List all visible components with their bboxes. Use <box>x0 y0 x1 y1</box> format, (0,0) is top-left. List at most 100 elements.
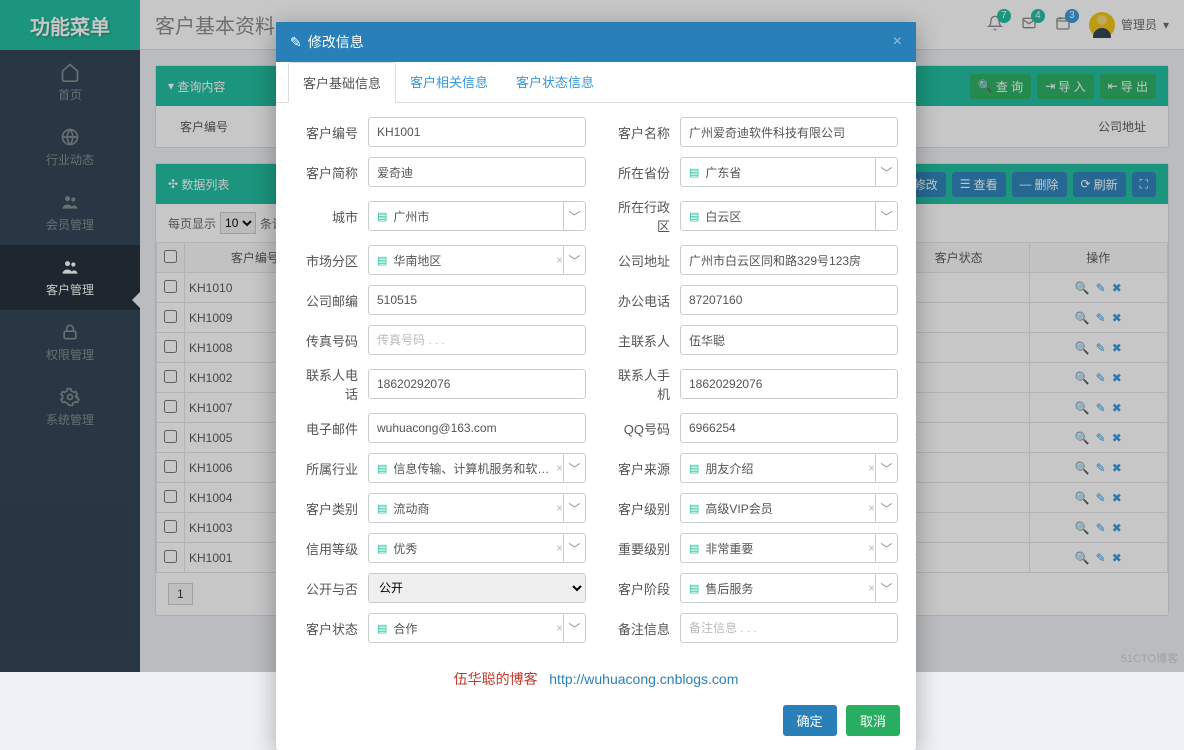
field-note: 备注信息 <box>606 613 898 643</box>
clear-icon[interactable]: × <box>556 253 563 267</box>
clear-icon[interactable]: × <box>868 461 875 475</box>
field-tel: 办公电话 <box>606 285 898 315</box>
chevron-down-icon[interactable]: ﹀ <box>875 574 897 602</box>
clear-icon[interactable]: × <box>868 581 875 595</box>
input-fax[interactable] <box>368 325 586 355</box>
ok-button[interactable]: 确定 <box>783 705 837 736</box>
chevron-down-icon[interactable]: ﹀ <box>563 534 585 562</box>
clear-icon[interactable]: × <box>868 541 875 555</box>
field-credit: 信用等级▤优秀×﹀ <box>294 533 586 563</box>
document-icon: ▤ <box>689 502 699 515</box>
field-email: 电子邮件 <box>294 413 586 443</box>
field-contact: 主联系人 <box>606 325 898 355</box>
input-phone[interactable] <box>368 369 586 399</box>
tab-status[interactable]: 客户状态信息 <box>502 62 608 102</box>
modal-tabs: 客户基础信息 客户相关信息 客户状态信息 <box>276 62 916 103</box>
label-short: 客户简称 <box>294 163 368 182</box>
chevron-down-icon[interactable]: ﹀ <box>875 202 897 230</box>
chevron-down-icon[interactable]: ﹀ <box>563 614 585 642</box>
chevron-down-icon[interactable]: ﹀ <box>563 454 585 482</box>
label-credit: 信用等级 <box>294 539 368 558</box>
field-market: 市场分区▤华南地区×﹀ <box>294 245 586 275</box>
field-city: 城市▤广州市﹀ <box>294 197 586 235</box>
clear-icon[interactable]: × <box>556 621 563 635</box>
field-zip: 公司邮编 <box>294 285 586 315</box>
field-ctype: 客户类别▤流动商×﹀ <box>294 493 586 523</box>
tab-related[interactable]: 客户相关信息 <box>396 62 502 102</box>
field-mobile: 联系人手机 <box>606 365 898 403</box>
input-qq[interactable] <box>680 413 898 443</box>
input-contact[interactable] <box>680 325 898 355</box>
blog-link[interactable]: 伍华聪的博客 http://wuhuacong.cnblogs.com <box>276 659 916 695</box>
label-addr: 公司地址 <box>606 251 680 270</box>
document-icon: ▤ <box>689 462 699 475</box>
label-level: 客户级别 <box>606 499 680 518</box>
label-ctype: 客户类别 <box>294 499 368 518</box>
chevron-down-icon[interactable]: ﹀ <box>563 202 585 230</box>
label-phone: 联系人电话 <box>294 365 368 403</box>
label-tel: 办公电话 <box>606 291 680 310</box>
input-district[interactable]: ▤白云区﹀ <box>680 201 898 231</box>
document-icon: ▤ <box>377 254 387 267</box>
document-icon: ▤ <box>377 462 387 475</box>
label-zip: 公司邮编 <box>294 291 368 310</box>
input-level[interactable]: ▤高级VIP会员×﹀ <box>680 493 898 523</box>
field-name: 客户名称 <box>606 117 898 147</box>
document-icon: ▤ <box>689 542 699 555</box>
label-district: 所在行政区 <box>606 197 680 235</box>
document-icon: ▤ <box>689 166 699 179</box>
input-code[interactable] <box>368 117 586 147</box>
input-name[interactable] <box>680 117 898 147</box>
tab-basic[interactable]: 客户基础信息 <box>288 62 396 103</box>
clear-icon[interactable]: × <box>556 541 563 555</box>
clear-icon[interactable]: × <box>868 501 875 515</box>
input-short[interactable] <box>368 157 586 187</box>
label-public: 公开与否 <box>294 579 368 598</box>
clear-icon[interactable]: × <box>556 501 563 515</box>
input-market[interactable]: ▤华南地区×﹀ <box>368 245 586 275</box>
label-mobile: 联系人手机 <box>606 365 680 403</box>
input-imp[interactable]: ▤非常重要×﹀ <box>680 533 898 563</box>
label-contact: 主联系人 <box>606 331 680 350</box>
field-addr: 公司地址 <box>606 245 898 275</box>
label-city: 城市 <box>294 207 368 226</box>
input-city[interactable]: ▤广州市﹀ <box>368 201 586 231</box>
chevron-down-icon[interactable]: ﹀ <box>563 494 585 522</box>
input-email[interactable] <box>368 413 586 443</box>
field-source: 客户来源▤朋友介绍×﹀ <box>606 453 898 483</box>
chevron-down-icon[interactable]: ﹀ <box>875 454 897 482</box>
label-cstatus: 客户状态 <box>294 619 368 638</box>
input-addr[interactable] <box>680 245 898 275</box>
input-province[interactable]: ▤广东省﹀ <box>680 157 898 187</box>
input-tel[interactable] <box>680 285 898 315</box>
watermark: 51CTO博客 <box>1121 650 1178 666</box>
label-email: 电子邮件 <box>294 419 368 438</box>
input-mobile[interactable] <box>680 369 898 399</box>
label-note: 备注信息 <box>606 619 680 638</box>
cancel-button[interactable]: 取消 <box>846 705 900 736</box>
input-ctype[interactable]: ▤流动商×﹀ <box>368 493 586 523</box>
input-zip[interactable] <box>368 285 586 315</box>
chevron-down-icon[interactable]: ﹀ <box>563 246 585 274</box>
chevron-down-icon[interactable]: ﹀ <box>875 534 897 562</box>
input-industry[interactable]: ▤信息传输、计算机服务和软…×﹀ <box>368 453 586 483</box>
label-industry: 所属行业 <box>294 459 368 478</box>
field-code: 客户编号 <box>294 117 586 147</box>
input-credit[interactable]: ▤优秀×﹀ <box>368 533 586 563</box>
field-level: 客户级别▤高级VIP会员×﹀ <box>606 493 898 523</box>
input-note[interactable] <box>680 613 898 643</box>
document-icon: ▤ <box>377 622 387 635</box>
chevron-down-icon[interactable]: ﹀ <box>875 158 897 186</box>
label-stage: 客户阶段 <box>606 579 680 598</box>
chevron-down-icon[interactable]: ﹀ <box>875 494 897 522</box>
input-cstatus[interactable]: ▤合作×﹀ <box>368 613 586 643</box>
clear-icon[interactable]: × <box>556 461 563 475</box>
close-icon[interactable]: × <box>893 33 902 51</box>
input-stage[interactable]: ▤售后服务×﹀ <box>680 573 898 603</box>
document-icon: ▤ <box>377 210 387 223</box>
input-public[interactable]: 公开 <box>368 573 586 603</box>
field-cstatus: 客户状态▤合作×﹀ <box>294 613 586 643</box>
field-district: 所在行政区▤白云区﹀ <box>606 197 898 235</box>
input-source[interactable]: ▤朋友介绍×﹀ <box>680 453 898 483</box>
pencil-icon: ✎ <box>290 34 302 51</box>
